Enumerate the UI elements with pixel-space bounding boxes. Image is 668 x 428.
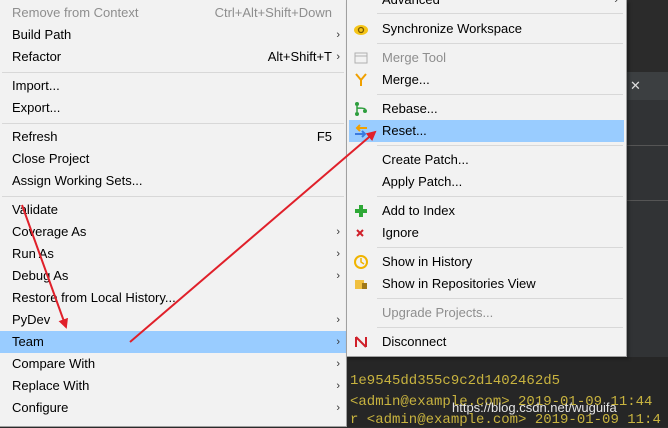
annotation-arrows [21, 130, 377, 343]
annotation-arrow [21, 204, 68, 329]
annotation-arrow [129, 130, 377, 343]
